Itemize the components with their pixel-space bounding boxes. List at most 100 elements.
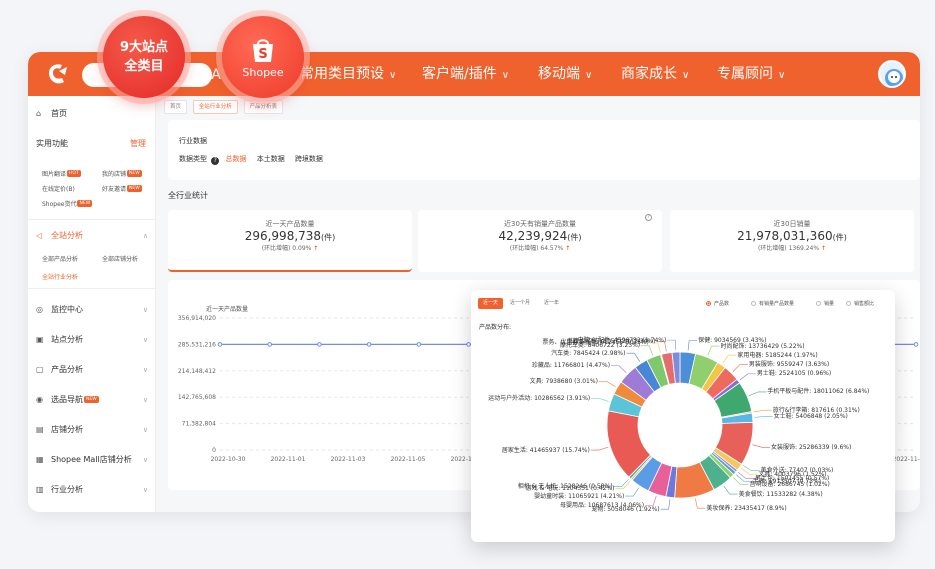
menu-label: 客户端/插件	[422, 66, 497, 82]
chevron-down-icon: ∨	[142, 486, 148, 494]
pie-leader-line	[591, 398, 609, 402]
distribution-popup: 近一天 近一个月 近一年 产品数 有销量产品数量 销量 销售额比 产品数分布: …	[471, 290, 895, 542]
pie-leader-line	[626, 352, 641, 362]
tool-label: 我的店铺	[102, 171, 127, 178]
sidebar-sub-industry[interactable]: 全站行业分析	[42, 272, 78, 281]
stat-card-sales[interactable]: 近30日销量 21,978,031,360(件) (环比增幅) 1369.24%…	[670, 210, 914, 272]
shopee-label: Shopee	[242, 65, 284, 79]
pie-label: 家用电器: 5185244 (1.97%)	[737, 351, 818, 359]
pie-leader-line	[707, 345, 720, 356]
pie-leader-line	[695, 498, 706, 509]
breadcrumb-table[interactable]: 产品分析表	[243, 100, 284, 114]
stat-change-row: (环比增幅) 1369.24% ↑	[670, 243, 914, 252]
sidebar-item-home[interactable]: ⌂ 首页	[28, 100, 156, 128]
shopping-bag-icon: S	[253, 38, 273, 62]
y-tick-label: 356,914,020	[178, 315, 216, 322]
data-type-label: 数据类型	[179, 155, 207, 163]
menu-category-presets[interactable]: 常用类目预设 ∨	[300, 52, 396, 96]
pie-leader-line	[732, 364, 748, 372]
help-icon[interactable]: ?	[211, 157, 220, 165]
stat-change-row: (环比增幅) 64.57% ↑	[418, 243, 662, 252]
menu-mobile[interactable]: 移动端 ∨	[538, 52, 592, 96]
tool-image-translate[interactable]: 图片翻译 HOT	[42, 169, 81, 178]
stat-value-row: 21,978,031,360(件)	[670, 229, 914, 243]
pie-leader-line	[667, 339, 677, 351]
sidebar-item-industry[interactable]: ▥ 行业分析 ∨	[28, 476, 156, 504]
stat-label: 近一天产品数量	[265, 220, 315, 228]
sidebar-item-monitor[interactable]: ◎ 监控中心 ∨	[28, 296, 156, 324]
report-icon: ▥	[36, 485, 44, 494]
chevron-down-icon: ∨	[142, 396, 148, 404]
chevron-down-icon: ∨	[142, 306, 148, 314]
sidebar-sub-all-stores[interactable]: 全部店铺分析	[102, 254, 138, 263]
chevron-down-icon: ∨	[585, 70, 593, 81]
menu-merchant-growth[interactable]: 商家成长 ∨	[621, 52, 689, 96]
stat-value-row: 42,239,924(件)	[418, 229, 662, 243]
menu-advisor[interactable]: 专属顾问 ∨	[717, 52, 785, 96]
option-cross-border[interactable]: 跨境数据	[295, 155, 323, 163]
stat-label: 近30日销量	[773, 220, 811, 228]
tool-shopee-forwarder[interactable]: Shopee货代 NEW	[42, 199, 93, 208]
sidebar-item-label: 店铺分析	[51, 425, 83, 434]
sidebar-item-label: 站点分析	[51, 335, 83, 344]
chevron-down-icon: ∨	[389, 70, 397, 81]
option-local[interactable]: 本土数据	[257, 155, 285, 163]
y-tick-label: 142,765,608	[178, 394, 216, 401]
data-point[interactable]	[466, 342, 471, 347]
sidebar-item-site[interactable]: ▣ 站点分析 ∨	[28, 326, 156, 354]
breadcrumb: 首页 全站行业分析 产品分析表	[164, 100, 287, 114]
pie-leader-line	[645, 496, 657, 506]
sidebar-item-label: 首页	[51, 109, 67, 118]
stat-change-row: (环比增幅) 0.09% ↑	[168, 243, 412, 252]
tool-invite-friends[interactable]: 好友邀请 NEW	[102, 184, 142, 193]
data-point[interactable]	[416, 342, 422, 347]
tool-my-store[interactable]: 我的店铺 NEW	[102, 169, 142, 178]
menu-client-plugin[interactable]: 客户端/插件 ∨	[422, 52, 509, 96]
breadcrumb-industry[interactable]: 全站行业分析	[192, 100, 238, 114]
tool-online-pricing[interactable]: 在线定价(B)	[42, 184, 75, 193]
sidebar-sub-all-products[interactable]: 全部产品分析	[42, 254, 78, 263]
pie-leader-line	[598, 381, 616, 387]
x-tick-label: 2022-11-05	[391, 456, 426, 463]
sidebar-item-site-analysis[interactable]: ◁ 全站分析 ∧	[28, 222, 156, 250]
pie-leader-line	[738, 472, 754, 479]
filter-title: 行业数据	[179, 137, 207, 145]
tool-label: 在线定价(B)	[42, 186, 75, 193]
data-point[interactable]	[913, 342, 919, 347]
stat-card-products[interactable]: 近一天产品数量 296,998,738(件) (环比增幅) 0.09% ↑	[168, 210, 412, 272]
pie-leader-line	[743, 465, 760, 472]
chevron-down-icon: ∨	[682, 70, 690, 81]
option-total[interactable]: 总数据	[225, 155, 246, 163]
stat-unit: (件)	[832, 233, 847, 242]
stat-card-sold-products[interactable]: ? 近30天有销量产品数量 42,239,924(件) (环比增幅) 64.57…	[418, 210, 662, 272]
data-point[interactable]	[267, 342, 273, 347]
user-avatar[interactable]	[878, 60, 906, 88]
sidebar-item-mall[interactable]: ▦ Shopee Mall店铺分析 ∨	[28, 446, 156, 474]
pie-label: 运动与户外活动: 10286562 (3.91%)	[488, 394, 591, 402]
pie-leader-line	[660, 499, 671, 510]
hot-badge: HOT	[67, 170, 81, 177]
y-tick-label: 71,382,804	[182, 421, 217, 428]
sidebar-item-product[interactable]: ▢ 产品分析 ∨	[28, 356, 156, 384]
pie-label: 时尚配饰: 13736429 (5.22%)	[720, 342, 805, 350]
stat-value: 42,239,924	[498, 229, 568, 243]
data-point[interactable]	[317, 342, 322, 347]
mall-icon: ▦	[36, 455, 44, 464]
pie-label: 美食餐饮: 11533282 (4.38%)	[738, 490, 823, 498]
stat-sub-label: (环比增幅)	[757, 245, 787, 252]
data-point[interactable]	[366, 342, 372, 347]
manage-link[interactable]: 管理	[130, 130, 146, 158]
pie-label: 相机 & 无人机: 1528246 (0.58%)	[517, 483, 613, 491]
sidebar-tools-header: 实用功能 管理	[28, 130, 156, 158]
sidebar-item-selection[interactable]: ◉ 选品导航 NEW ∨	[28, 386, 156, 414]
sidebar-item-store[interactable]: ▤ 店铺分析 ∨	[28, 416, 156, 444]
help-icon[interactable]: ?	[645, 214, 652, 221]
shopee-badge: S Shopee	[222, 16, 304, 98]
sidebar-item-label: Shopee Mall店铺分析	[51, 455, 132, 464]
data-point[interactable]	[217, 342, 223, 347]
breadcrumb-home[interactable]: 首页	[164, 100, 188, 114]
stat-pct: 0.09%	[292, 245, 312, 252]
new-badge: NEW	[127, 170, 142, 177]
chevron-down-icon: ∨	[142, 426, 148, 434]
sidebar-item-label: 全站分析	[51, 231, 83, 240]
